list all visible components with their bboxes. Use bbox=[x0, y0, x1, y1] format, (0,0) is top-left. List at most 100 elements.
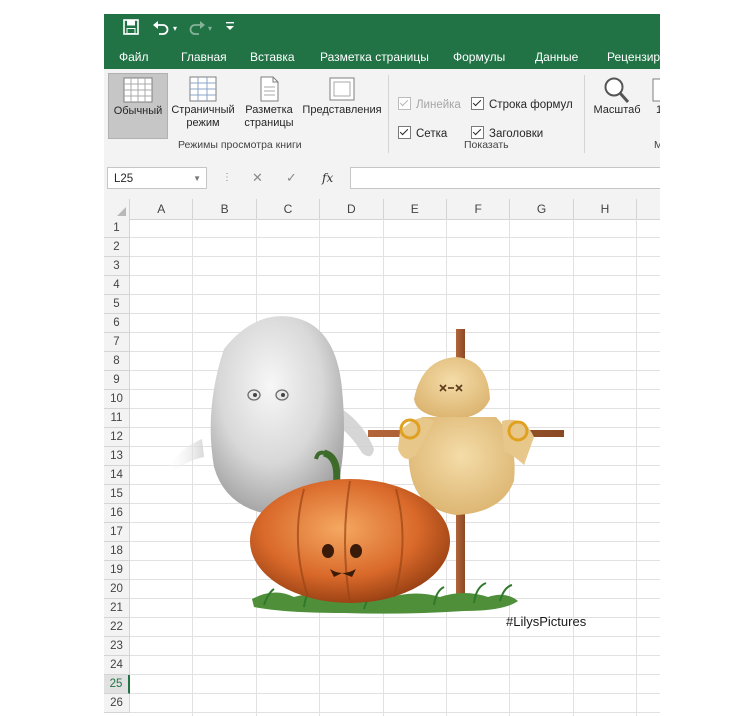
select-all-button[interactable] bbox=[104, 199, 130, 219]
row-header-16[interactable]: 16 bbox=[104, 504, 130, 523]
undo-dropdown-icon[interactable]: ▾ bbox=[173, 19, 177, 39]
zoom-label: Масштаб bbox=[593, 104, 641, 116]
column-header-b[interactable]: B bbox=[193, 199, 257, 219]
tab-page-layout[interactable]: Разметка страницы bbox=[320, 44, 429, 69]
gridline-horizontal bbox=[130, 674, 660, 675]
page-break-view-label: Страничный bbox=[171, 104, 235, 116]
row-header-3[interactable]: 3 bbox=[104, 257, 130, 276]
page-break-view-label-2: режим bbox=[186, 117, 220, 129]
tab-formulas[interactable]: Формулы bbox=[453, 44, 505, 69]
row-header-12[interactable]: 12 bbox=[104, 428, 130, 447]
gridline-horizontal bbox=[130, 446, 660, 447]
gridline-horizontal bbox=[130, 484, 660, 485]
gridline-horizontal bbox=[130, 693, 660, 694]
column-header-g[interactable]: G bbox=[510, 199, 574, 219]
watermark-text: #LilysPictures bbox=[506, 614, 587, 629]
row-header-14[interactable]: 14 bbox=[104, 466, 130, 485]
tab-home[interactable]: Главная bbox=[181, 44, 227, 69]
row-header-20[interactable]: 20 bbox=[104, 580, 130, 599]
views-group-label: Режимы просмотра книги bbox=[178, 139, 302, 151]
gridline-horizontal bbox=[130, 313, 660, 314]
insert-function-icon[interactable]: fx bbox=[322, 167, 333, 189]
magnifier-icon bbox=[602, 76, 632, 103]
excel-window: ▾ ▾ Файл Главная Вставка Разметка страни… bbox=[104, 14, 660, 716]
redo-icon[interactable] bbox=[188, 19, 206, 39]
row-header-22[interactable]: 22 bbox=[104, 618, 130, 637]
normal-view-button[interactable]: Обычный bbox=[108, 73, 168, 139]
gridline-horizontal bbox=[130, 541, 660, 542]
custom-views-icon bbox=[327, 76, 357, 102]
row-header-17[interactable]: 17 bbox=[104, 523, 130, 542]
column-header-e[interactable]: E bbox=[384, 199, 447, 219]
zoom-100-button[interactable]: 1 bbox=[649, 73, 660, 137]
page-break-view-button[interactable]: Страничный режим bbox=[168, 73, 238, 137]
gridline-horizontal bbox=[130, 465, 660, 466]
row-header-18[interactable]: 18 bbox=[104, 542, 130, 561]
row-header-4[interactable]: 4 bbox=[104, 276, 130, 295]
more-icon: ⋮ bbox=[222, 172, 232, 183]
row-header-19[interactable]: 19 bbox=[104, 561, 130, 580]
row-header-25[interactable]: 25 bbox=[104, 675, 130, 694]
gridline-horizontal bbox=[130, 655, 660, 656]
column-header-f[interactable]: F bbox=[447, 199, 511, 219]
row-header-5[interactable]: 5 bbox=[104, 295, 130, 314]
gridline-horizontal bbox=[130, 389, 660, 390]
row-header-2[interactable]: 2 bbox=[104, 238, 130, 257]
name-box[interactable]: L25 ▼ bbox=[107, 167, 207, 189]
column-header-a[interactable]: A bbox=[130, 199, 194, 219]
row-header-7[interactable]: 7 bbox=[104, 333, 130, 352]
formula-input[interactable] bbox=[350, 167, 660, 189]
chevron-down-icon[interactable]: ▼ bbox=[193, 168, 201, 190]
ruler-checkbox[interactable]: Линейка bbox=[398, 97, 461, 113]
zoom-100-label: 1 bbox=[655, 104, 660, 116]
tab-review[interactable]: Рецензиро bbox=[607, 44, 660, 69]
cancel-icon[interactable]: ✕ bbox=[252, 167, 263, 189]
row-header-8[interactable]: 8 bbox=[104, 352, 130, 371]
redo-dropdown-icon[interactable]: ▾ bbox=[208, 19, 212, 39]
customize-qat-icon[interactable] bbox=[225, 19, 235, 39]
row-header-23[interactable]: 23 bbox=[104, 637, 130, 656]
tab-data[interactable]: Данные bbox=[535, 44, 578, 69]
row-header-11[interactable]: 11 bbox=[104, 409, 130, 428]
undo-icon[interactable] bbox=[152, 19, 170, 39]
column-header-c[interactable]: C bbox=[257, 199, 321, 219]
row-header-6[interactable]: 6 bbox=[104, 314, 130, 333]
zoom-button[interactable]: Масштаб bbox=[590, 73, 644, 137]
page-layout-view-label: Разметка bbox=[245, 104, 293, 116]
gridline-horizontal bbox=[130, 256, 660, 257]
gridline-horizontal bbox=[130, 408, 660, 409]
normal-view-icon bbox=[123, 77, 153, 103]
save-icon[interactable] bbox=[123, 19, 139, 39]
column-header-h[interactable]: H bbox=[574, 199, 638, 219]
row-header-26[interactable]: 26 bbox=[104, 694, 130, 713]
row-header-21[interactable]: 21 bbox=[104, 599, 130, 618]
custom-views-label: Представления bbox=[302, 104, 382, 116]
checkbox-checked-icon bbox=[398, 97, 411, 110]
page-layout-view-button[interactable]: Разметка страницы bbox=[240, 73, 298, 137]
row-header-10[interactable]: 10 bbox=[104, 390, 130, 409]
row-header-13[interactable]: 13 bbox=[104, 447, 130, 466]
tab-insert[interactable]: Вставка bbox=[250, 44, 295, 69]
row-header-15[interactable]: 15 bbox=[104, 485, 130, 504]
gridline-horizontal bbox=[130, 560, 660, 561]
tab-file[interactable]: Файл bbox=[119, 44, 149, 69]
gridlines-checkbox[interactable]: Сетка bbox=[398, 126, 447, 142]
row-header-1[interactable]: 1 bbox=[104, 219, 130, 238]
worksheet-grid[interactable]: ABCDEFGH 1 2 3 4 5 6 7 8 9 10 11 12 13 14 15 16 17 18 19 20… bbox=[104, 199, 660, 716]
ruler-label: Линейка bbox=[416, 99, 461, 111]
custom-views-button[interactable]: Представления bbox=[300, 73, 384, 137]
enter-icon[interactable]: ✓ bbox=[286, 167, 297, 189]
gridline-horizontal bbox=[130, 294, 660, 295]
formula-bar-checkbox[interactable]: Строка формул bbox=[471, 97, 573, 113]
group-separator bbox=[388, 75, 389, 153]
ribbon-tabs: Файл Главная Вставка Разметка страницы Ф… bbox=[104, 44, 660, 69]
gridline-horizontal bbox=[130, 712, 660, 713]
row-header-24[interactable]: 24 bbox=[104, 656, 130, 675]
column-header-d[interactable]: D bbox=[320, 199, 384, 219]
zoom-100-icon bbox=[652, 76, 660, 102]
checkbox-checked-icon bbox=[471, 126, 484, 139]
gridline-horizontal bbox=[130, 370, 660, 371]
normal-view-label: Обычный bbox=[113, 105, 163, 117]
gridline-horizontal bbox=[130, 237, 660, 238]
row-header-9[interactable]: 9 bbox=[104, 371, 130, 390]
